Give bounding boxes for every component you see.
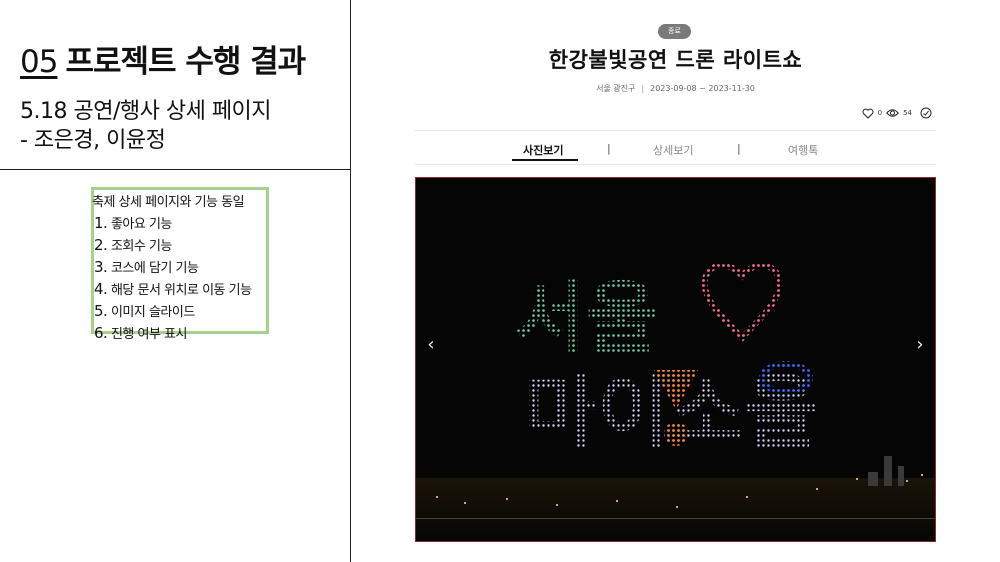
list-item: 4. 해당 문서 위치로 이동 기능 [94,280,252,298]
chevron-left-icon[interactable]: ‹ [421,333,441,357]
active-tab-indicator [512,159,578,161]
subtitle-line-1: 5.18 공연/행사 상세 페이지 [20,99,272,124]
slide-horizontal-divider [0,169,351,170]
slide-title-block: 05 프로젝트 수행 결과 5.18 공연/행사 상세 페이지 - 조은경, 이윤… [20,36,345,155]
list-item: 5. 이미지 슬라이드 [94,302,195,320]
buildings [868,456,904,486]
detail-tabs: 사진보기 | 상세보기 | 여행톡 [415,139,936,163]
tab-separator: | [737,142,741,155]
section-title: 프로젝트 수행 결과 [65,44,306,80]
photo-text-line1: 서울 [514,274,658,364]
list-item: 3. 코스에 담기 기능 [94,258,199,276]
event-period: 2023-09-08 ~ 2023-11-30 [650,84,755,93]
feature-note-box: 축제 상세 페이지와 기능 동일 1. 좋아요 기능 2. 조회수 기능 3. … [91,187,269,342]
event-stats: 0 54 [862,107,932,119]
list-item: 2. 조회수 기능 [94,236,172,254]
event-detail-page: 종료 한강불빛공연 드론 라이트쇼 서울 광진구 | 2023-09-08 ~ 20… [415,0,936,562]
eye-icon [886,108,899,118]
event-meta: 서울 광진구 | 2023-09-08 ~ 2023-11-30 [415,83,936,94]
share-icon[interactable] [920,107,932,119]
tab-photos[interactable]: 사진보기 [523,142,563,158]
slide-vertical-divider [350,0,351,562]
status-badge: 종료 [658,24,691,39]
slide-subtitle: 5.18 공연/행사 상세 페이지 - 조은경, 이윤정 [20,97,345,155]
tabs-bottom-divider [415,164,936,165]
slide-title: 05 프로젝트 수행 결과 [20,36,345,81]
like-count: 0 [877,109,883,117]
meta-separator: | [641,84,645,93]
view-count: 54 [903,109,912,117]
feature-list: 1. 좋아요 기능 2. 조회수 기능 3. 코스에 담기 기능 4. 해당 문… [94,213,266,345]
list-item: 1. 좋아요 기능 [94,214,172,232]
heart-shape [701,262,783,343]
city-skyline [416,478,935,541]
subtitle-line-2: - 조은경, 이윤정 [20,128,166,153]
event-location: 서울 광진구 [596,84,636,93]
note-heading: 축제 상세 페이지와 기능 동일 [92,195,245,210]
tab-travel-talk[interactable]: 여행톡 [788,142,818,158]
event-title: 한강불빛공연 드론 라이트쇼 [548,48,803,72]
drone-show-photo: 서울 마이소울 [416,262,935,541]
tab-separator: | [607,142,611,155]
tab-details[interactable]: 상세보기 [653,142,693,158]
orange-circle [664,422,688,446]
section-number: 05 [20,44,58,80]
list-item: 6. 진행 여부 표시 [94,324,187,342]
chevron-right-icon[interactable]: › [910,333,930,357]
photo-slider[interactable]: 서울 마이소울 ‹ › [415,177,936,542]
heart-icon[interactable] [862,108,874,119]
top-divider [415,130,936,131]
